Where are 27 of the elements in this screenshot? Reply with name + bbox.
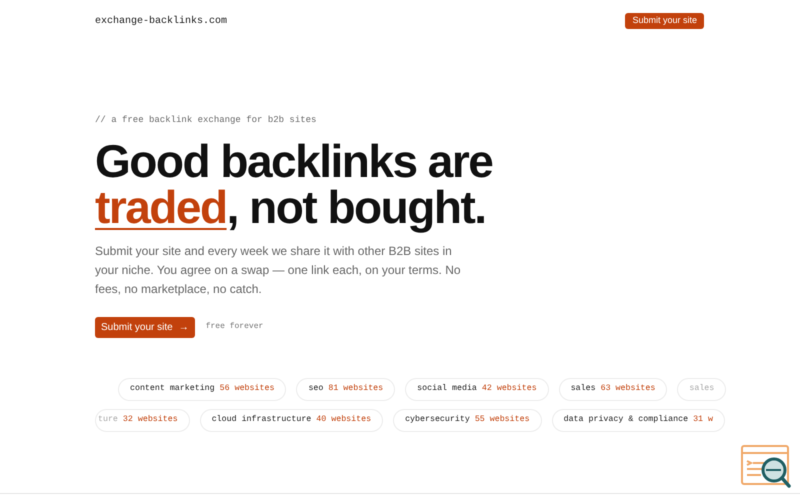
niche-name: ture <box>98 414 118 426</box>
niche-name: social media <box>417 382 477 395</box>
niche-count: 63 websites <box>600 382 656 395</box>
niche-count: 56 websites <box>220 382 274 395</box>
niche-name: sales <box>570 382 596 395</box>
headline-highlight: traded <box>95 184 227 230</box>
description-text: Submit your site and every week we share it with other B2B sites in your niche. You agree on a swap — one link each, on your terms. No fees, no marketplace, no catch. <box>95 242 462 298</box>
niche-count: 55 websites <box>474 414 530 426</box>
niche-count: 42 websites <box>482 382 537 395</box>
submit-button[interactable]: Submit your site → <box>95 316 195 338</box>
niche-name: data privacy & compliance <box>564 414 688 426</box>
niche-count: 81 websites <box>328 382 384 395</box>
niche-count: 31 w <box>693 414 713 426</box>
note-text: free forever <box>206 321 264 333</box>
niche-name: seo <box>308 382 324 395</box>
niche-name: cybersecurity <box>405 414 470 426</box>
eyebrow-text: // a free backlink exchange for b2b sites <box>95 114 318 127</box>
niche-name: sales <box>689 382 714 395</box>
browser-search-icon <box>741 445 791 489</box>
niche-name: cloud infrastructure <box>212 414 312 426</box>
headline: Good backlinks are <box>95 138 494 184</box>
arrow-icon: → <box>178 320 189 334</box>
site-logo[interactable]: exchange-backlinks.com <box>95 14 228 28</box>
niche-name: content marketing <box>130 382 215 395</box>
niche-count: 32 websites <box>122 414 178 426</box>
niche-count: 40 websites <box>316 414 372 426</box>
submit-button[interactable]: Submit your site <box>625 13 704 29</box>
